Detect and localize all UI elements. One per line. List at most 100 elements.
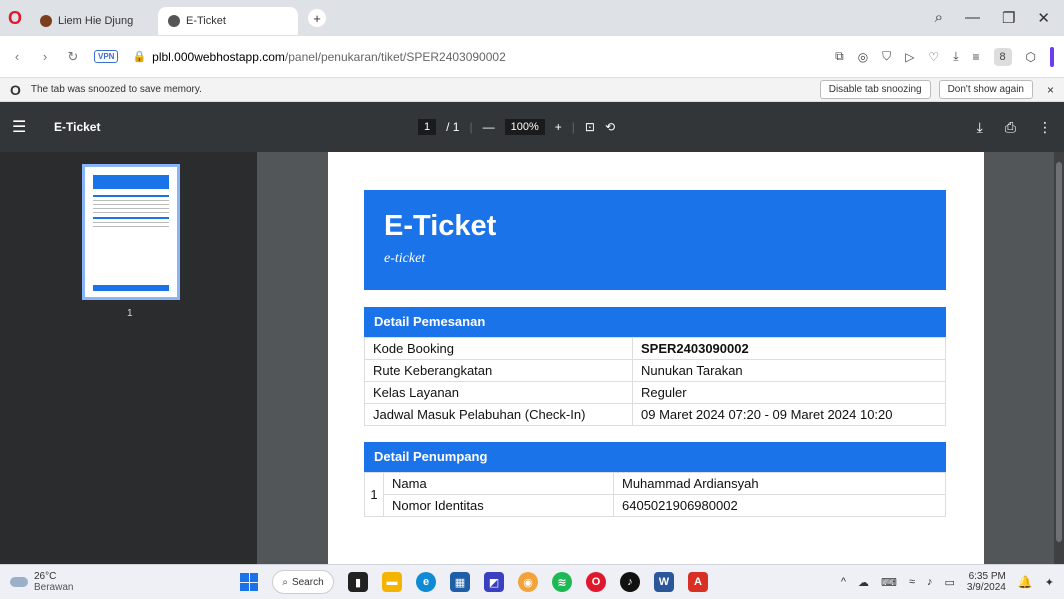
windows-start-icon[interactable] — [240, 573, 258, 591]
ticket-header: E-Ticket e-ticket — [364, 190, 946, 290]
passenger-detail-section: Detail Penumpang 1 Nama Muhammad Ardians… — [364, 442, 946, 517]
clock[interactable]: 6:35 PM 3/9/2024 — [967, 571, 1006, 593]
taskbar-search[interactable]: ⌕ Search — [272, 570, 334, 594]
thumb-line — [93, 200, 169, 201]
play-icon[interactable]: ▷ — [905, 50, 914, 64]
temperature: 26°C — [34, 571, 57, 582]
camera-icon[interactable]: ◎ — [858, 50, 868, 64]
row-label: Jadwal Masuk Pelabuhan (Check-In) — [364, 403, 633, 426]
row-label: Kode Booking — [364, 337, 633, 360]
sidebar-accent — [1050, 46, 1054, 67]
document-viewer[interactable]: E-Ticket e-ticket Detail Pemesanan Kode … — [257, 152, 1064, 564]
pdf-controls: 1 / 1 | — 100% + | ⊡ ⟲ — [418, 102, 615, 152]
thumb-header — [93, 175, 169, 189]
table-row: Kode Booking SPER2403090002 — [364, 337, 946, 360]
more-options-icon[interactable]: ⋮ — [1038, 119, 1052, 136]
opera-icon[interactable]: O — [586, 572, 606, 592]
dont-show-again-button[interactable]: Don't show again — [938, 80, 1033, 99]
url-field[interactable]: plbl.000webhostapp.com/panel/penukaran/t… — [152, 50, 821, 64]
opera-menu-icon[interactable]: O — [0, 0, 30, 36]
minimize-icon[interactable]: — — [965, 9, 980, 27]
heart-icon[interactable]: ♡ — [928, 50, 939, 64]
lock-icon[interactable]: 🔒 — [132, 50, 146, 63]
copilot-icon[interactable]: ✦ — [1045, 576, 1054, 589]
rotate-icon[interactable]: ⟲ — [605, 120, 615, 134]
passenger-section-title: Detail Penumpang — [364, 442, 946, 472]
shield-icon[interactable]: ⛉ — [882, 49, 891, 64]
opera-icon: O — [10, 81, 21, 98]
row-value: 09 Maret 2024 07:20 - 09 Maret 2024 10:2… — [632, 403, 946, 426]
address-bar: ‹ › ↻ VPN 🔒 plbl.000webhostapp.com/panel… — [0, 36, 1064, 78]
chrome-icon[interactable]: ◉ — [518, 572, 538, 592]
window-controls: ⌕ — ❐ ✕ — [935, 9, 1064, 27]
print-icon[interactable]: ⎙ — [1005, 119, 1016, 136]
chevron-up-icon[interactable]: ^ — [841, 576, 846, 588]
zoom-out-icon[interactable]: — — [483, 120, 495, 134]
back-icon[interactable]: ‹ — [10, 49, 24, 64]
booking-table: Kode Booking SPER2403090002 Rute Keberan… — [364, 337, 946, 426]
photos-icon[interactable]: ◩ — [484, 572, 504, 592]
ticket-subheading: e-ticket — [384, 251, 426, 266]
onedrive-icon[interactable]: ☁ — [858, 576, 869, 589]
pdf-actions: ⤓ ⎙ ⋮ — [977, 119, 1052, 136]
tiktok-icon[interactable]: ♪ — [620, 572, 640, 592]
thumb-line — [93, 212, 169, 213]
globe-icon — [168, 15, 180, 27]
weather-text: 26°C Berawan — [34, 571, 73, 593]
store-icon[interactable]: ▦ — [450, 572, 470, 592]
page-number-input[interactable]: 1 — [418, 119, 437, 135]
passenger-table: 1 Nama Muhammad Ardiansyah Nomor Identit… — [364, 472, 946, 517]
spotify-icon[interactable]: ≋ — [552, 572, 572, 592]
disable-snoozing-button[interactable]: Disable tab snoozing — [819, 80, 931, 99]
thumbnail-pane: 1 — [0, 152, 257, 564]
passenger-number: 1 — [364, 472, 384, 517]
vpn-badge[interactable]: VPN — [94, 50, 119, 63]
menu-icon[interactable]: ☰ — [12, 117, 32, 137]
fit-page-icon[interactable]: ⊡ — [585, 120, 595, 134]
word-icon[interactable]: W — [654, 572, 674, 592]
download-icon[interactable]: ⤓ — [977, 119, 983, 136]
clock-time: 6:35 PM — [968, 571, 1006, 582]
battery-icon[interactable]: ▭ — [944, 576, 954, 589]
scrollbar[interactable] — [1054, 152, 1064, 564]
wifi-icon[interactable]: ≈ — [909, 576, 915, 588]
keyboard-icon[interactable]: ⌨ — [881, 576, 897, 589]
new-tab-button[interactable]: + — [308, 9, 326, 27]
acrobat-icon[interactable]: A — [688, 572, 708, 592]
edge-icon[interactable]: e — [416, 572, 436, 592]
tab-liem-hie-djung[interactable]: Liem Hie Djung — [30, 7, 152, 35]
thumb-line — [93, 222, 169, 223]
row-label: Nomor Identitas — [383, 494, 614, 517]
weather-widget[interactable]: 26°C Berawan — [10, 571, 240, 593]
scrollbar-thumb[interactable] — [1056, 162, 1062, 542]
volume-icon[interactable]: ♪ — [927, 576, 933, 588]
extensions-icon[interactable]: ⬡ — [1026, 50, 1036, 64]
download-icon[interactable]: ⤓ — [953, 49, 958, 64]
url-host: plbl.000webhostapp.com — [152, 49, 285, 64]
notification-bell-icon[interactable]: 🔔 — [1018, 575, 1033, 589]
page-total: / 1 — [446, 120, 460, 134]
toolbar-icons: ⧉ ◎ ⛉ ▷ ♡ ⤓ ≡ 8 ⬡ — [835, 46, 1054, 67]
reload-icon[interactable]: ↻ — [66, 49, 80, 65]
page-thumbnail[interactable] — [82, 164, 180, 300]
search-tabs-icon[interactable]: ⌕ — [935, 9, 943, 27]
tab-e-ticket[interactable]: E-Ticket — [158, 7, 298, 35]
booking-section-title: Detail Pemesanan — [364, 307, 946, 337]
file-explorer-icon[interactable]: ▬ — [382, 572, 402, 592]
infobar-message: The tab was snoozed to save memory. — [30, 84, 202, 95]
zoom-input[interactable]: 100% — [504, 119, 545, 135]
close-icon[interactable]: × — [1047, 83, 1054, 97]
thumb-line — [93, 204, 169, 205]
pdf-toolbar: ☰ E-Ticket 1 / 1 | — 100% + | ⊡ ⟲ ⤓ ⎙ ⋮ — [0, 102, 1064, 152]
easy-setup-icon[interactable]: ≡ — [973, 50, 980, 64]
share-icon[interactable]: ⧉ — [835, 49, 844, 64]
maximize-icon[interactable]: ❐ — [1002, 9, 1015, 27]
row-value: 6405021906980002 — [613, 494, 946, 517]
pdf-title: E-Ticket — [54, 120, 101, 134]
thumbnail-page-number: 1 — [127, 308, 133, 319]
close-icon[interactable]: ✕ — [1037, 9, 1050, 27]
zoom-in-icon[interactable]: + — [555, 120, 562, 134]
task-view-icon[interactable]: ▮ — [348, 572, 368, 592]
profile-icon[interactable]: 8 — [993, 47, 1012, 66]
forward-icon[interactable]: › — [38, 49, 52, 64]
